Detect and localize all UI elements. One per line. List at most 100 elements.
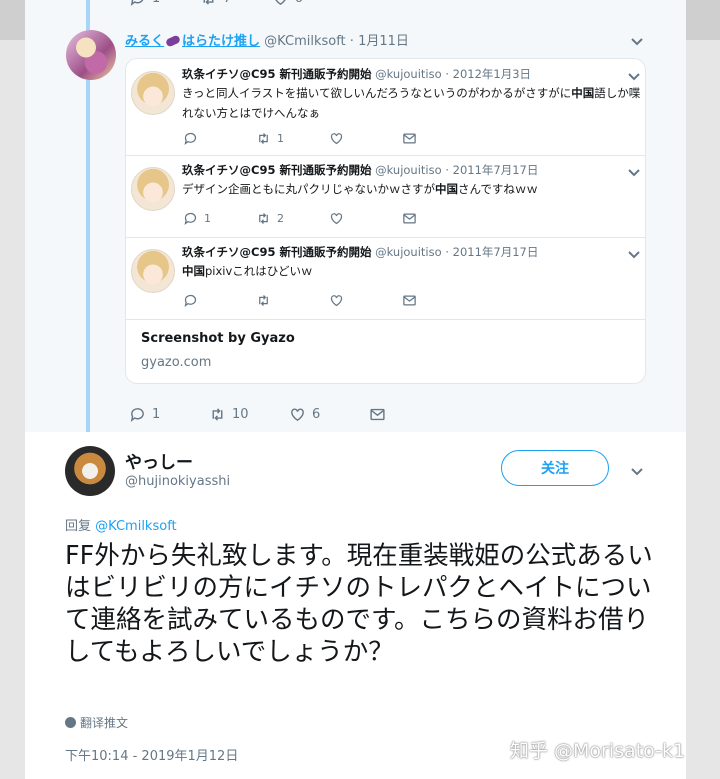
like-icon bbox=[275, 0, 285, 5]
chevron-down-icon[interactable] bbox=[630, 34, 644, 48]
chevron-down-icon bbox=[628, 251, 640, 259]
watermark: 知乎 @Morisato-k1 bbox=[510, 740, 686, 762]
result-date: 2011年7月17日 bbox=[452, 163, 539, 177]
result-handle: @kujouitiso bbox=[375, 245, 442, 259]
retweet-icon bbox=[259, 213, 268, 224]
retweet-count: 7 bbox=[223, 0, 231, 6]
reply-prefix: 回复 bbox=[65, 519, 92, 534]
like-icon bbox=[291, 408, 304, 422]
result-message bbox=[402, 131, 475, 146]
separator-dot: · bbox=[445, 67, 449, 81]
reply-thread: 1 7 6 みるくはらたけ推し @KCmilksoft · 1月11日 玖条 bbox=[25, 0, 686, 432]
reply-count: 1 bbox=[152, 0, 160, 6]
translate-tweet-link[interactable]: 翻译推文 bbox=[65, 714, 128, 731]
reply-button[interactable]: 1 bbox=[129, 0, 160, 8]
reply-display-name[interactable]: みるく はらたけ推し bbox=[125, 34, 260, 49]
translate-label: 翻译推文 bbox=[80, 716, 129, 730]
separator-dot: · bbox=[445, 163, 449, 177]
result-actions: 1 2 bbox=[183, 211, 475, 226]
search-result-tweet: 玖条イチソ@C95 新刊通販予約開始 @kujouitiso · 2011年7月… bbox=[126, 237, 645, 320]
backdrop-left bbox=[0, 0, 25, 40]
retweet-icon bbox=[203, 0, 214, 5]
tweet-timestamp[interactable]: 下午10:14 - 2019年1月12日 bbox=[65, 745, 238, 764]
reply-icon bbox=[130, 408, 144, 422]
direct-message-button[interactable] bbox=[369, 406, 449, 423]
retweet-button[interactable]: 7 bbox=[200, 0, 232, 8]
reply-icon bbox=[184, 212, 197, 225]
chevron-down-icon[interactable] bbox=[630, 464, 644, 478]
eggplant-icon bbox=[164, 34, 182, 48]
result-handle: @kujouitiso bbox=[375, 67, 442, 81]
replying-to: 回复 @KCmilksoft bbox=[65, 515, 177, 534]
top-tweet-actions: 1 7 6 bbox=[129, 0, 303, 8]
result-text: 中国pixivこれはひどいｗ bbox=[182, 264, 313, 278]
chevron-down-icon bbox=[628, 169, 640, 177]
link-card-title[interactable]: Screenshot by Gyazo bbox=[141, 331, 295, 346]
follow-button[interactable]: 关注 bbox=[501, 450, 609, 486]
message-icon bbox=[403, 295, 416, 306]
result-reply: 1 bbox=[183, 211, 256, 226]
result-like bbox=[329, 211, 402, 226]
result-retweet: 1 bbox=[256, 131, 329, 146]
reply-tweet-actions: 1 10 6 bbox=[129, 406, 449, 423]
tweet-body: FF外から失礼致します。現在重装戦姫の公式あるいはビリビリの方にイチソのトレパク… bbox=[65, 541, 653, 667]
message-icon bbox=[370, 408, 385, 421]
reply-count: 1 bbox=[152, 407, 161, 422]
separator-dot: · bbox=[349, 34, 354, 49]
retweet-icon bbox=[259, 133, 268, 144]
retweet-button[interactable]: 10 bbox=[209, 406, 289, 423]
backdrop-right bbox=[686, 0, 720, 40]
message-icon bbox=[403, 133, 416, 144]
result-message bbox=[402, 293, 475, 308]
result-date: 2012年1月3日 bbox=[452, 67, 532, 81]
result-handle: @kujouitiso bbox=[375, 163, 442, 177]
result-reply bbox=[183, 293, 256, 308]
result-header: 玖条イチソ@C95 新刊通販予約開始 @kujouitiso · 2012年1月… bbox=[182, 66, 531, 82]
retweet-icon bbox=[259, 295, 268, 306]
embedded-image[interactable]: 玖条イチソ@C95 新刊通販予約開始 @kujouitiso · 2012年1月… bbox=[125, 58, 646, 384]
reply-button[interactable]: 1 bbox=[129, 406, 209, 423]
result-like bbox=[329, 293, 402, 308]
globe-icon bbox=[65, 717, 76, 728]
result-author-name: 玖条イチソ@C95 新刊通販予約開始 bbox=[182, 67, 372, 81]
reply-date[interactable]: 1月11日 bbox=[358, 34, 409, 49]
reply-user-line: みるく はらたけ推し @KCmilksoft · 1月11日 bbox=[125, 30, 409, 49]
like-count: 6 bbox=[295, 0, 303, 6]
reply-handle[interactable]: @KCmilksoft bbox=[264, 34, 345, 49]
reply-mention-link[interactable]: @KCmilksoft bbox=[95, 519, 176, 534]
link-card-domain[interactable]: gyazo.com bbox=[141, 355, 211, 370]
search-result-tweet: 玖条イチソ@C95 新刊通販予約開始 @kujouitiso · 2011年7月… bbox=[126, 155, 645, 238]
retweet-count: 10 bbox=[232, 407, 249, 422]
separator-dot: · bbox=[445, 245, 449, 259]
reply-icon bbox=[130, 0, 143, 6]
author-handle[interactable]: @hujinokiyasshi bbox=[125, 474, 230, 489]
result-message bbox=[402, 211, 475, 226]
result-like bbox=[329, 131, 402, 146]
result-avatar bbox=[131, 167, 175, 211]
result-header: 玖条イチソ@C95 新刊通販予約開始 @kujouitiso · 2011年7月… bbox=[182, 244, 538, 260]
result-retweet: 2 bbox=[256, 211, 329, 226]
result-avatar bbox=[131, 249, 175, 293]
author-avatar[interactable] bbox=[65, 446, 115, 496]
reply-icon bbox=[184, 132, 197, 145]
like-count: 6 bbox=[312, 407, 321, 422]
result-actions bbox=[183, 293, 475, 308]
result-author-name: 玖条イチソ@C95 新刊通販予約開始 bbox=[182, 245, 372, 259]
result-retweet bbox=[256, 293, 329, 308]
result-author-name: 玖条イチソ@C95 新刊通販予約開始 bbox=[182, 163, 372, 177]
result-text: きっと同人イラストを描いて欲しいんだろうなというのがわかるがさすがに中国語しか喋… bbox=[182, 86, 641, 120]
result-date: 2011年7月17日 bbox=[452, 245, 539, 259]
message-icon bbox=[403, 213, 416, 224]
author-display-name[interactable]: やっしー bbox=[125, 448, 193, 473]
like-button[interactable]: 6 bbox=[289, 406, 369, 423]
result-avatar bbox=[131, 71, 175, 115]
reply-author-avatar[interactable] bbox=[66, 30, 116, 80]
like-icon bbox=[330, 133, 343, 145]
chevron-down-icon bbox=[628, 73, 640, 81]
result-header: 玖条イチソ@C95 新刊通販予約開始 @kujouitiso · 2011年7月… bbox=[182, 162, 538, 178]
like-button[interactable]: 6 bbox=[272, 0, 303, 8]
result-actions: 1 bbox=[183, 131, 475, 146]
result-reply bbox=[183, 131, 256, 146]
search-result-tweet: 玖条イチソ@C95 新刊通販予約開始 @kujouitiso · 2012年1月… bbox=[126, 59, 645, 156]
reply-icon bbox=[184, 294, 197, 307]
